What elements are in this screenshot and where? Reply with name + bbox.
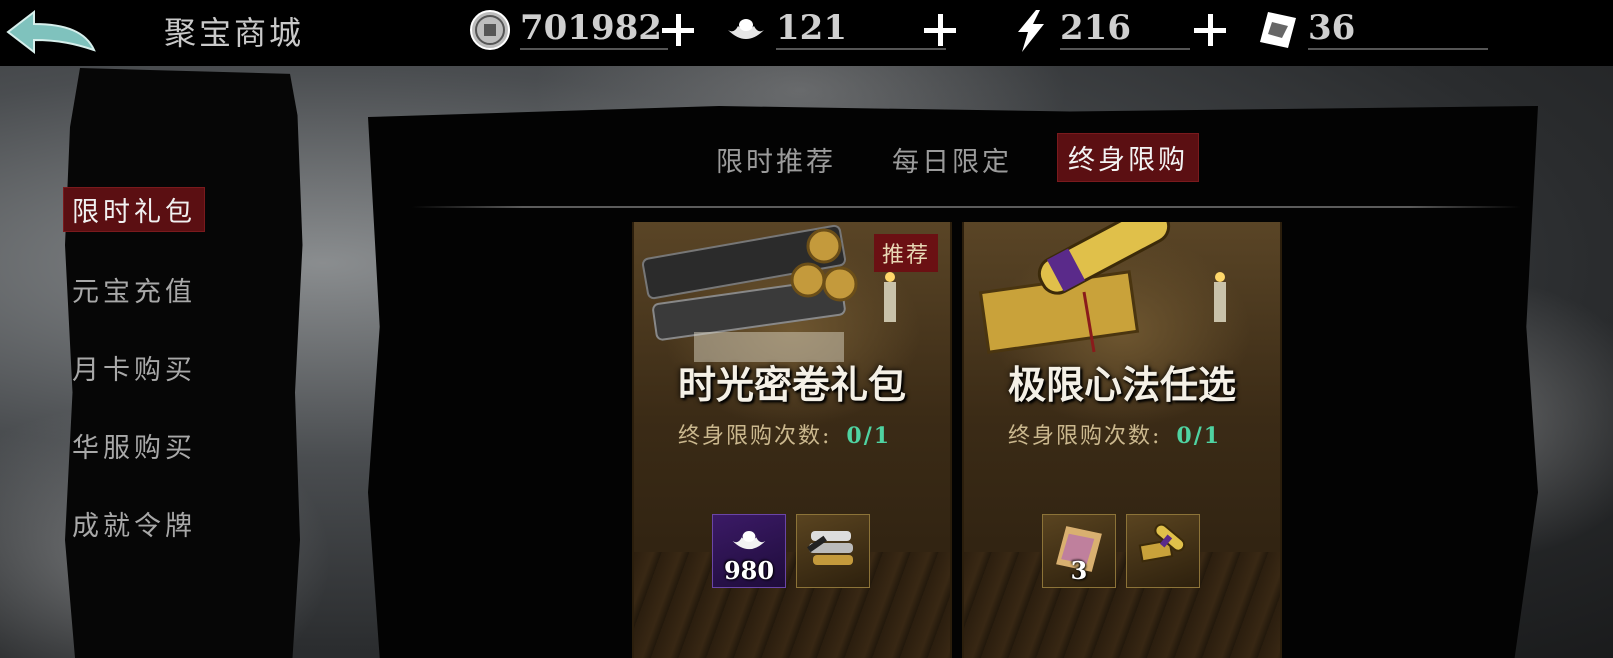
- add-energy-button[interactable]: [1190, 10, 1230, 50]
- scroll-box-art: [978, 222, 1226, 354]
- tab-divider: [412, 206, 1520, 208]
- divider: [1308, 48, 1488, 50]
- purchase-limit: 终身限购次数: 0/1: [1008, 418, 1221, 450]
- resource-value: 36: [1308, 8, 1356, 48]
- limit-label: 终身限购次数:: [678, 424, 832, 449]
- tab-lifetime-limited[interactable]: 终身限购: [1058, 134, 1198, 181]
- main-panel: [368, 106, 1538, 658]
- ingot-icon: [728, 19, 764, 39]
- limit-label: 终身限购次数:: [1008, 424, 1162, 449]
- card-floor: [964, 552, 1280, 658]
- card-title: 时光密卷礼包: [677, 362, 906, 407]
- sidebar-item-limited-gift[interactable]: 限时礼包: [64, 188, 204, 231]
- limit-count: 0/1: [1176, 423, 1222, 449]
- product-card[interactable]: 推荐 时光密卷礼包 终身限购次数: 0/1 980: [632, 222, 952, 658]
- reward-item[interactable]: 980: [712, 514, 786, 588]
- limit-count: 0/1: [846, 423, 892, 449]
- reward-item[interactable]: [796, 514, 870, 588]
- tab-daily-limited[interactable]: 每日限定: [892, 140, 1012, 179]
- sidebar-item-achievement-token[interactable]: 成就令牌: [72, 504, 196, 543]
- recommend-badge: 推荐: [873, 234, 938, 272]
- top-bar: 聚宝商城 701982 121 216 36: [0, 0, 1613, 66]
- coin-icon: [470, 10, 510, 50]
- page-title: 聚宝商城: [164, 14, 305, 52]
- item-quantity: 980: [723, 556, 775, 585]
- scroll-box-icon: [1138, 523, 1186, 563]
- back-arrow-icon: [6, 9, 96, 55]
- lightning-icon: [1018, 10, 1044, 52]
- item-quantity: 3: [1070, 556, 1088, 585]
- divider: [1060, 48, 1190, 50]
- back-button[interactable]: [4, 6, 100, 58]
- reward-item[interactable]: [1126, 514, 1200, 588]
- resource-ticket: 36: [1256, 4, 1496, 56]
- scroll-bundle-icon: [807, 531, 853, 565]
- add-ingot-button[interactable]: [920, 10, 960, 50]
- resource-value: 216: [1060, 8, 1131, 48]
- resource-value: 121: [776, 8, 847, 48]
- tab-limited-recommend[interactable]: 限时推荐: [716, 140, 836, 179]
- resource-coin: 701982: [468, 4, 698, 56]
- reward-item[interactable]: 3: [1042, 514, 1116, 588]
- card-title: 极限心法任选: [1007, 362, 1236, 407]
- add-coin-button[interactable]: [658, 10, 698, 50]
- divider: [520, 48, 668, 50]
- resource-energy: 216: [1008, 4, 1244, 56]
- sidebar-item-ingot-recharge[interactable]: 元宝充值: [72, 270, 196, 309]
- ingot-icon: [732, 531, 766, 550]
- card-floor: [634, 552, 950, 658]
- product-card[interactable]: 极限心法任选 终身限购次数: 0/1 3: [962, 222, 1282, 658]
- ticket-icon: [1260, 12, 1296, 48]
- resource-ingot: 121: [724, 4, 964, 56]
- purchase-limit: 终身限购次数: 0/1: [678, 418, 891, 450]
- sidebar-item-monthly-card[interactable]: 月卡购买: [72, 348, 196, 387]
- resource-value: 701982: [520, 8, 662, 48]
- sidebar-item-outfit[interactable]: 华服购买: [72, 426, 196, 465]
